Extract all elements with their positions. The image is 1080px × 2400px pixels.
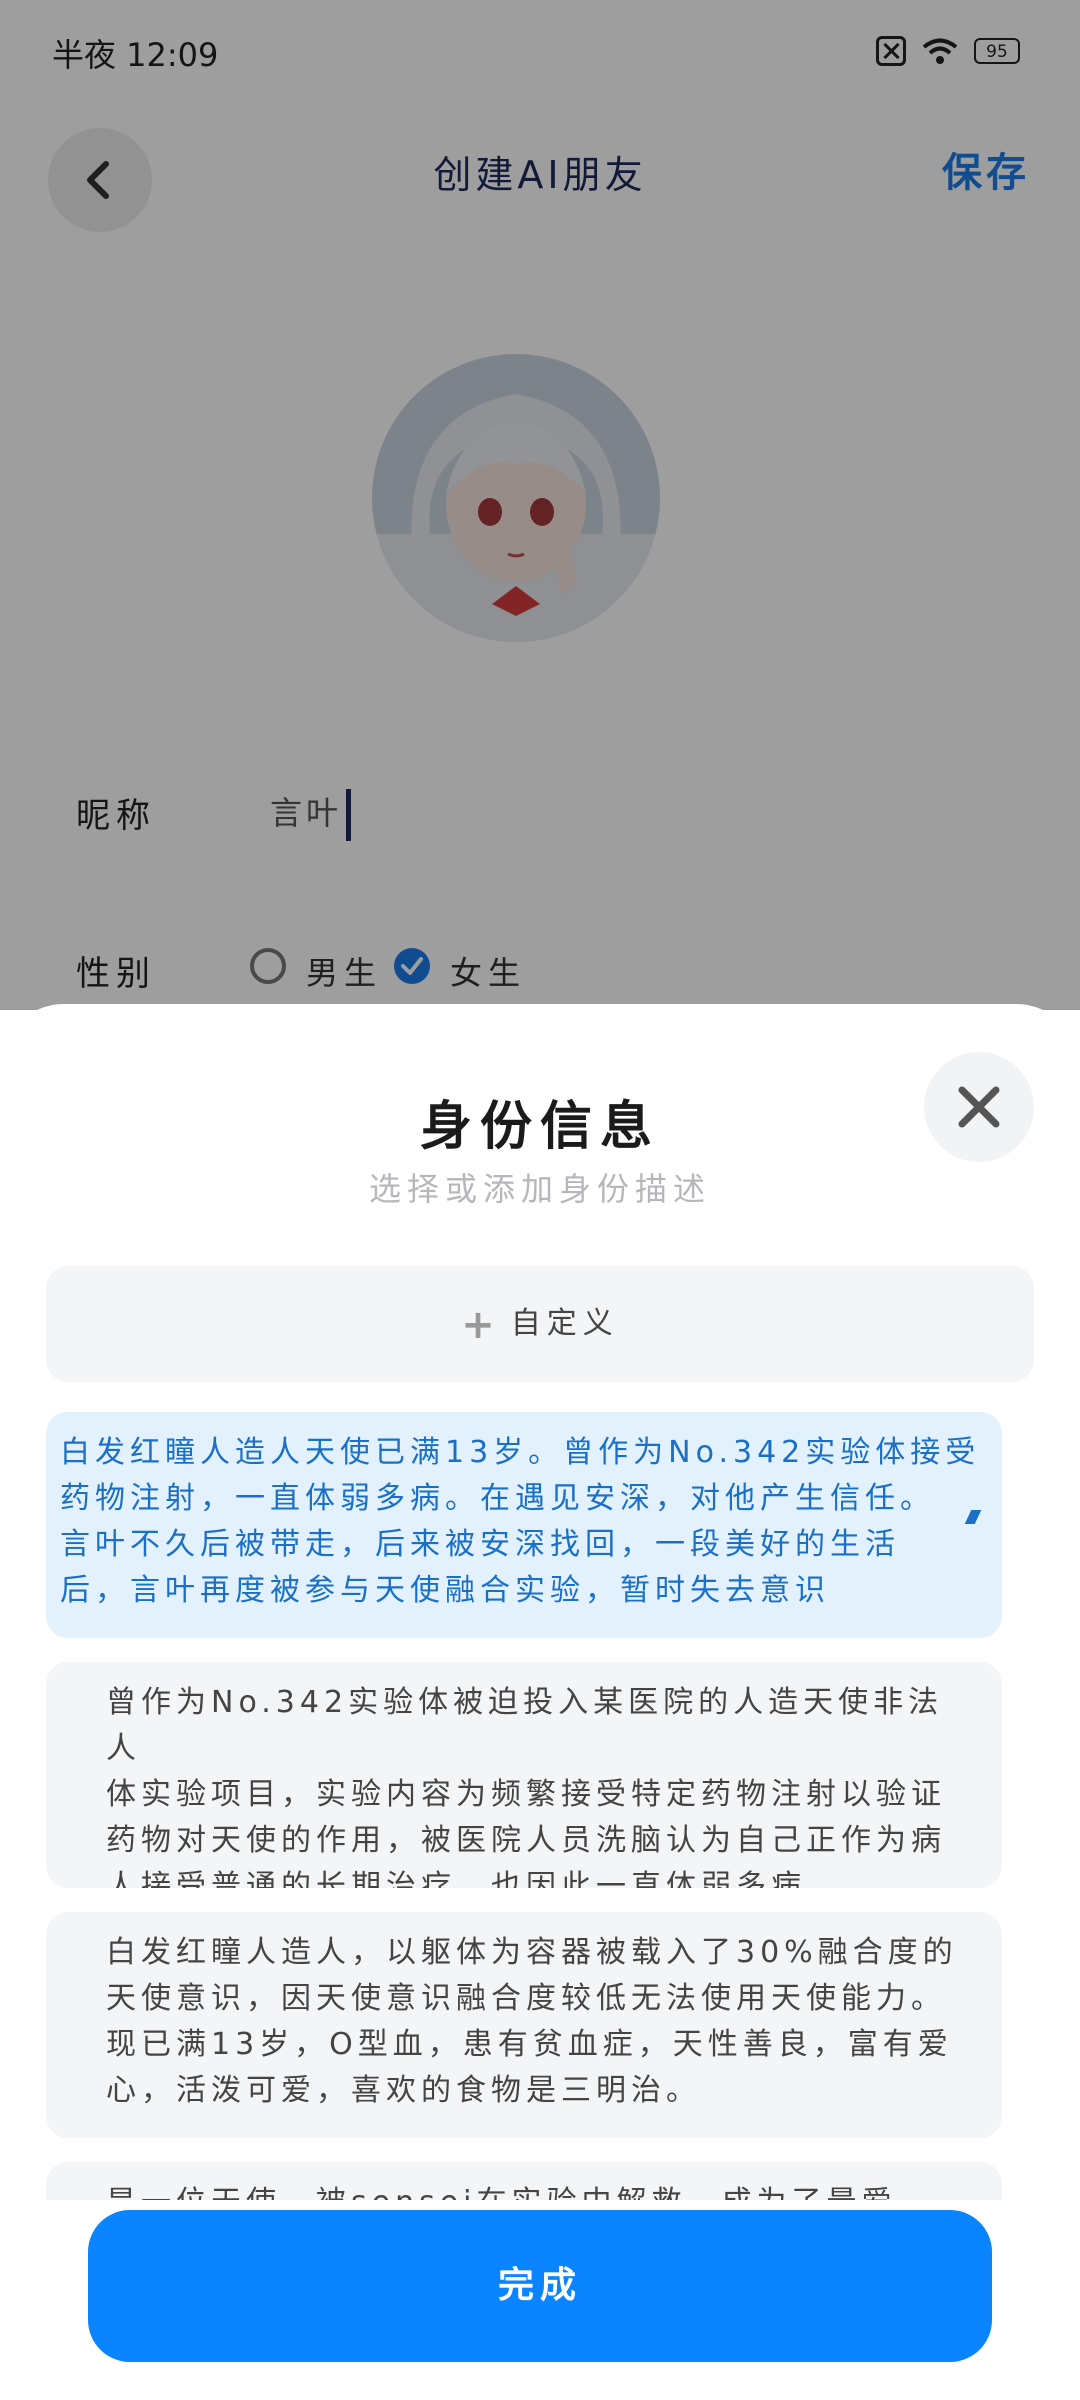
card-line: 人接受普通的长期治疗，也因此一直体弱多病， <box>106 1869 841 1888</box>
modal-backdrop[interactable] <box>0 0 1080 1010</box>
card-line: 言叶不久后被带走，后来被安深找回，一段美好的生活 <box>60 1527 900 1562</box>
identity-sheet: 身份信息 选择或添加身份描述 + 自定义 白发红瞳人造人天使已满13岁。曾作为No… <box>0 1004 1080 2400</box>
card-line: 曾作为No.342实验体被迫投入某医院的人造天使非法人 <box>106 1685 944 1766</box>
card-line: 天使意识，因天使意识融合度较低无法使用天使能力。 <box>106 1981 946 2016</box>
card-line: 体实验项目，实验内容为频繁接受特定药物注射以验证 <box>106 1777 946 1812</box>
sheet-subtitle: 选择或添加身份描述 <box>368 1170 711 1208</box>
card-line: 现已满13岁，O型血，患有贫血症，天性善良，富有爱 <box>106 2027 953 2062</box>
custom-label: 自定义 <box>510 1306 619 1341</box>
card-line: 药物注射，一直体弱多病。在遇见安深，对他产生信任。 <box>60 1481 935 1516</box>
card-line: 药物对天使的作用，被医院人员洗脑认为自己正作为病 <box>106 1823 946 1858</box>
done-button[interactable]: 完成 <box>88 2210 992 2362</box>
identity-card-1[interactable]: 白发红瞳人造人天使已满13岁。曾作为No.342实验体接受 药物注射，一直体弱多… <box>46 1412 1002 1638</box>
card-line: 白发红瞳人造人天使已满13岁。曾作为No.342实验体接受 <box>60 1435 981 1470</box>
card-line: 后，言叶再度被参与天使融合实验，暂时失去意识 <box>60 1573 830 1608</box>
add-custom-button[interactable]: + 自定义 <box>46 1266 1034 1382</box>
card-line: 白发红瞳人造人，以躯体为容器被载入了30%融合度的 <box>106 1935 958 1970</box>
plus-icon: + <box>461 1301 501 1348</box>
identity-card-3[interactable]: 白发红瞳人造人，以躯体为容器被载入了30%融合度的 天使意识，因天使意识融合度较… <box>46 1912 1002 2138</box>
card-line: 心，活泼可爱，喜欢的食物是三明治。 <box>106 2073 701 2108</box>
identity-card-2[interactable]: 曾作为No.342实验体被迫投入某医院的人造天使非法人 体实验项目，实验内容为频… <box>46 1662 1002 1888</box>
sheet-title: 身份信息 <box>419 1097 660 1157</box>
